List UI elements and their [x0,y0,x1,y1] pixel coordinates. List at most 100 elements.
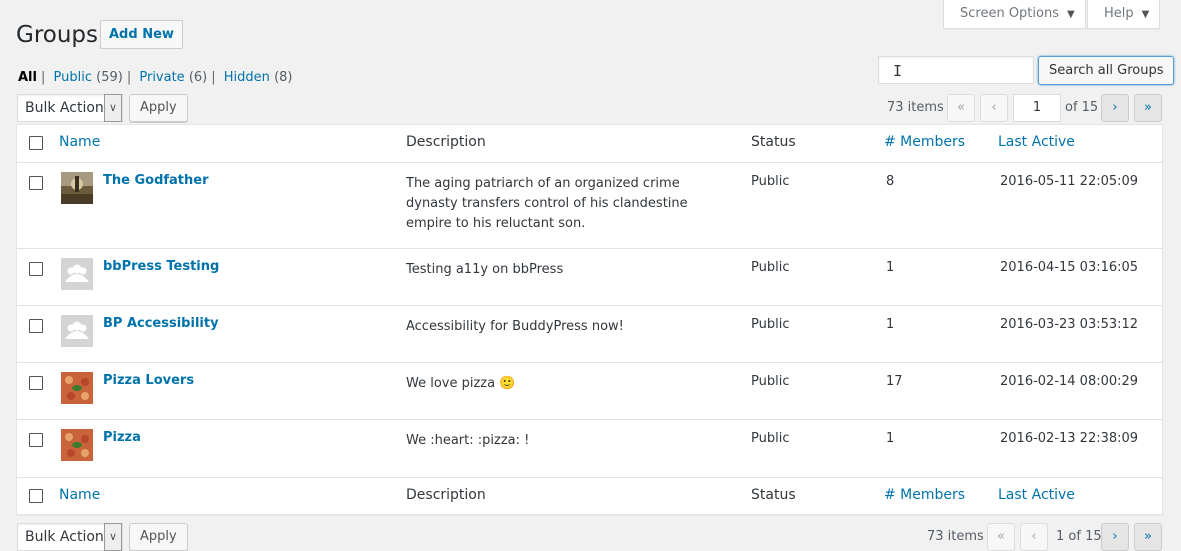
items-count: 73 items [887,100,944,115]
table-footer: Name Description Status # Members Last A… [17,477,1162,515]
current-page-input[interactable]: 1 [1013,94,1061,122]
filter-hidden-label: Hidden [223,70,270,85]
smiley-emoji-icon: 🙂 [499,376,516,391]
filter-public-count: (59) [96,70,123,85]
bulk-actions-label: Bulk Actions [25,529,112,545]
help-label: Help [1104,6,1134,21]
prev-page-button[interactable]: ‹ [980,94,1008,122]
column-members-sort[interactable]: # Members [884,134,965,150]
help-tab[interactable]: Help ▼ [1087,0,1161,29]
table-row: Pizza Lovers We love pizza 🙂 Public 17 2… [17,363,1162,420]
column-name-sort[interactable]: Name [59,487,100,503]
search-button[interactable]: Search all Groups [1038,56,1175,85]
group-name-link[interactable]: Pizza Lovers [103,373,194,388]
chevron-down-icon: ∨ [104,523,122,551]
group-avatar-photo[interactable] [61,372,93,404]
row-checkbox[interactable] [29,319,43,333]
group-status: Public [751,374,790,389]
filter-hidden[interactable]: Hidden (8) [224,70,293,85]
first-page-button-bottom[interactable]: « [987,523,1015,551]
group-name-link[interactable]: The Godfather [103,173,209,188]
last-page-button[interactable]: » [1134,94,1162,122]
group-description: The aging patriarch of an organized crim… [406,176,688,231]
items-count-bottom: 73 items [927,529,984,544]
apply-button-top[interactable]: Apply [129,94,188,122]
group-avatar-photo[interactable] [61,429,93,461]
table-row: BP Accessibility Accessibility for Buddy… [17,306,1162,363]
filter-public-label: Public [53,70,92,85]
group-description: We love pizza 🙂 [406,374,515,394]
group-last-active: 2016-05-11 22:05:09 [1000,174,1139,189]
column-members-sort[interactable]: # Members [884,487,965,503]
last-page-button-bottom[interactable]: » [1134,523,1162,551]
group-placeholder-icon[interactable] [61,258,93,290]
groups-table: Name Description Status # Members Last A… [16,124,1163,515]
group-status: Public [751,431,790,446]
group-placeholder-icon[interactable] [61,315,93,347]
group-description: We :heart: :pizza: ! [406,433,530,448]
screen-options-tab[interactable]: Screen Options ▼ [943,0,1086,29]
caret-down-icon: ▼ [1067,9,1075,20]
bulk-actions-select-bottom[interactable]: Bulk Actions ∨ [17,523,123,551]
filter-hidden-count: (8) [274,70,293,85]
table-header: Name Description Status # Members Last A… [17,125,1162,163]
next-page-button[interactable]: › [1101,94,1129,122]
group-status: Public [751,174,790,189]
total-pages: of 15 [1065,100,1099,115]
group-name-link[interactable]: Pizza [103,430,141,445]
filter-private-count: (6) [188,70,208,85]
column-status: Status [751,134,796,150]
row-checkbox[interactable] [29,376,43,390]
column-status: Status [751,487,796,503]
bulk-actions-select-top[interactable]: Bulk Actions ∨ [17,94,123,122]
page-title: Groups [16,22,99,48]
group-description: Testing a11y on bbPress [406,262,564,277]
group-description-text: We love pizza [406,376,496,391]
group-last-active: 2016-03-23 03:53:12 [1000,317,1139,332]
table-row: bbPress Testing Testing a11y on bbPress … [17,249,1162,306]
table-row: The Godfather The aging patriarch of an … [17,163,1162,249]
next-page-button-bottom[interactable]: › [1101,523,1129,551]
group-status: Public [751,260,790,275]
column-name-sort[interactable]: Name [59,134,100,150]
group-last-active: 2016-02-13 22:38:09 [1000,431,1139,446]
group-status: Public [751,317,790,332]
group-last-active: 2016-02-14 08:00:29 [1000,374,1139,389]
first-page-button[interactable]: « [947,94,975,122]
column-last-active-sort[interactable]: Last Active [998,134,1075,150]
filter-public[interactable]: Public (59) [54,70,123,85]
row-checkbox[interactable] [29,176,43,190]
select-all-checkbox[interactable] [29,136,43,150]
row-checkbox[interactable] [29,262,43,276]
group-name-link[interactable]: BP Accessibility [103,316,219,331]
table-row: Pizza We :heart: :pizza: ! Public 1 2016… [17,420,1162,477]
filter-all[interactable]: All [18,70,37,85]
group-filters: All | Public (59) | Private (6) | Hidden (8… [18,70,293,85]
total-pages-bottom: of 15 [1068,529,1102,544]
select-all-checkbox-footer[interactable] [29,489,43,503]
column-description: Description [406,134,486,150]
bulk-actions-label: Bulk Actions [25,100,112,116]
group-members: 1 [886,260,895,275]
filter-private[interactable]: Private (6) [139,70,207,85]
group-description: Accessibility for BuddyPress now! [406,319,624,334]
group-members: 1 [886,317,895,332]
column-description: Description [406,487,486,503]
prev-page-button-bottom[interactable]: ‹ [1020,523,1048,551]
group-members: 8 [886,174,895,189]
group-members: 1 [886,431,895,446]
text-cursor-icon: I [893,62,903,80]
group-name-link[interactable]: bbPress Testing [103,259,219,274]
filter-private-label: Private [139,70,185,85]
add-new-button[interactable]: Add New [100,20,183,49]
group-last-active: 2016-04-15 03:16:05 [1000,260,1139,275]
page-of-bottom: 1 of 15 [1056,529,1102,544]
group-avatar-photo[interactable] [61,172,93,204]
row-checkbox[interactable] [29,433,43,447]
column-last-active-sort[interactable]: Last Active [998,487,1075,503]
screen-options-label: Screen Options [960,6,1059,21]
caret-down-icon: ▼ [1141,9,1150,20]
apply-button-bottom[interactable]: Apply [129,523,188,551]
current-page-bottom: 1 [1056,529,1065,544]
chevron-down-icon: ∨ [104,94,122,122]
